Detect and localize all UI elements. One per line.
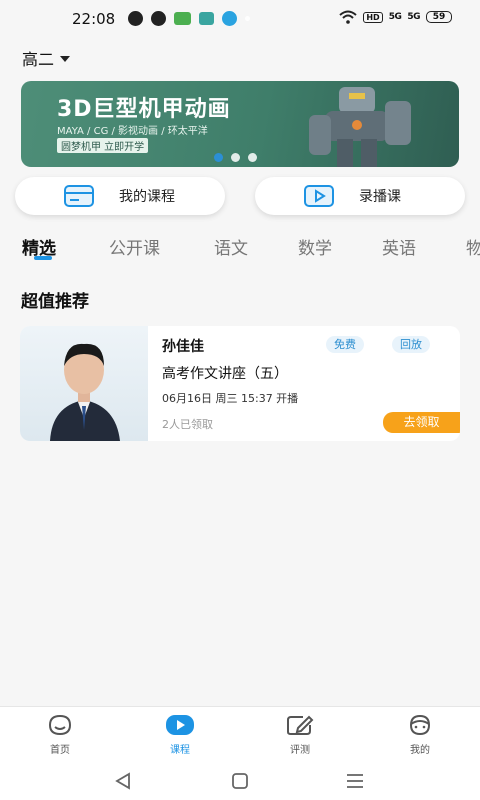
grade-selector[interactable]: 高二 [22, 46, 71, 70]
course-card[interactable]: 孙佳佳 免费 回放 高考作文讲座（五） 06月16日 周三 15:37 开播 2… [20, 326, 460, 441]
nav-profile[interactable]: 我的 [390, 713, 450, 756]
bottom-nav: 首页 课程 评测 我的 [0, 706, 480, 762]
banner-title: 3D巨型机甲动画 [57, 97, 231, 122]
course-time: 06月16日 周三 15:37 开播 [162, 392, 299, 405]
play-icon [304, 185, 334, 207]
tab-chinese[interactable]: 语文 [214, 234, 248, 259]
dot-icon [245, 16, 250, 21]
teacher-photo [20, 326, 148, 441]
menu-icon[interactable] [344, 770, 366, 792]
tab-math[interactable]: 数学 [298, 234, 332, 259]
grade-label: 高二 [22, 50, 55, 69]
banner-pagination [214, 153, 257, 162]
hd-indicator: HD [363, 11, 383, 23]
pagination-dot-active[interactable] [214, 153, 223, 162]
telegram-icon [222, 11, 237, 26]
system-status: HD 5G 5G 59 [339, 10, 452, 24]
nav-home-label: 首页 [50, 745, 70, 756]
signal-icon-2: 5G [407, 12, 420, 22]
pagination-dot[interactable] [248, 153, 257, 162]
wechat-icon [174, 12, 191, 25]
message-icon [128, 11, 143, 26]
category-tabs: 精选 公开课 语文 数学 英语 物 [0, 232, 480, 268]
tab-open-class[interactable]: 公开课 [109, 234, 160, 259]
home-icon[interactable] [229, 770, 251, 792]
nav-profile-label: 我的 [410, 745, 430, 756]
replay-badge: 回放 [392, 336, 430, 353]
wifi-icon [339, 10, 358, 24]
banner-subtitle: MAYA / CG / 影视动画 / 环太平洋 [57, 126, 208, 137]
caret-down-icon [60, 56, 71, 62]
signal-icon: 5G [388, 12, 402, 22]
profile-icon [409, 714, 431, 736]
recorded-courses-label: 录播课 [359, 189, 401, 205]
banner-tag: 圆梦机甲 立即开学 [57, 138, 149, 153]
status-bar: 22:08 HD 5G 5G 59 [0, 0, 480, 38]
home-face-icon [48, 714, 72, 736]
section-title: 超值推荐 [21, 292, 89, 312]
app-icon [199, 12, 214, 25]
teacher-name: 孙佳佳 [162, 339, 204, 355]
mech-robot-image [309, 87, 411, 167]
back-icon[interactable] [113, 770, 135, 792]
pagination-dot[interactable] [231, 153, 240, 162]
nav-courses[interactable]: 课程 [150, 713, 210, 756]
notification-icons [128, 11, 250, 26]
nav-assessment[interactable]: 评测 [270, 713, 330, 756]
my-courses-label: 我的课程 [119, 189, 175, 205]
course-title: 高考作文讲座（五） [162, 366, 288, 382]
nav-assessment-label: 评测 [290, 745, 310, 756]
active-tab-indicator [34, 256, 52, 260]
tab-physics[interactable]: 物 [466, 234, 480, 259]
status-time: 22:08 [72, 10, 116, 28]
navigation-icon [151, 11, 166, 26]
tab-english[interactable]: 英语 [382, 234, 416, 259]
battery-icon: 59 [426, 11, 452, 23]
recorded-courses-button[interactable]: 录播课 [255, 177, 465, 215]
card-icon [64, 185, 94, 207]
edit-icon [287, 715, 314, 735]
promo-banner[interactable]: 3D巨型机甲动画 MAYA / CG / 影视动画 / 环太平洋 圆梦机甲 立即… [21, 81, 459, 167]
free-badge: 免费 [326, 336, 364, 353]
claim-button[interactable]: 去领取 [383, 412, 460, 433]
course-play-icon [166, 715, 194, 735]
teacher-avatar-image [50, 343, 120, 441]
claimed-count: 2人已领取 [162, 418, 213, 431]
system-nav-bar [0, 762, 480, 800]
nav-courses-label: 课程 [170, 745, 190, 756]
nav-home[interactable]: 首页 [30, 713, 90, 756]
my-courses-button[interactable]: 我的课程 [15, 177, 225, 215]
